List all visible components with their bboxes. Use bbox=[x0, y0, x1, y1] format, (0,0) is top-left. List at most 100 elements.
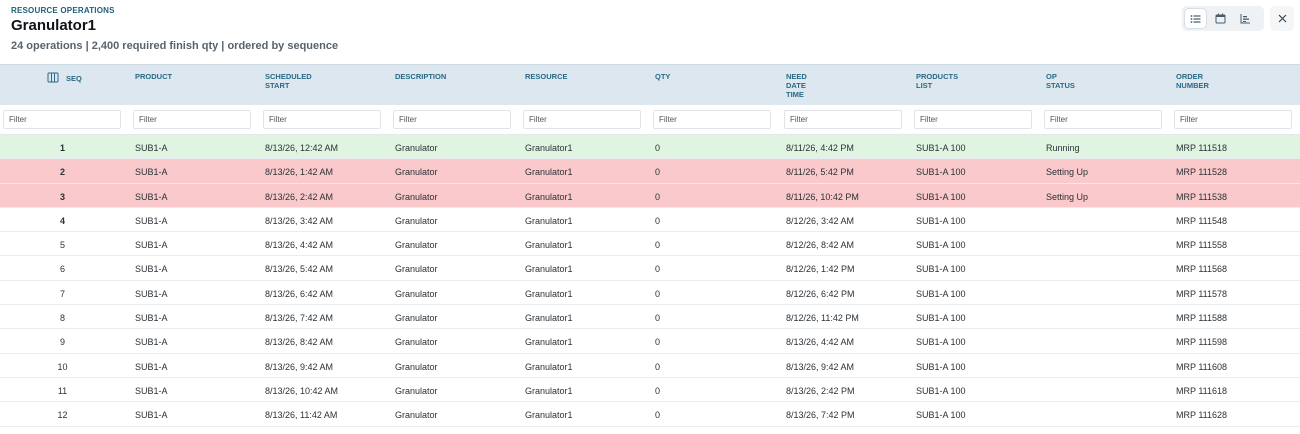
cell-description: Granulator bbox=[395, 215, 438, 226]
cell-status: Setting Up bbox=[1046, 191, 1089, 202]
header-scheduled-label: SCHEDULED bbox=[265, 72, 312, 81]
cell-order: MRP 111598 bbox=[1176, 337, 1228, 348]
op-status-filter-input[interactable] bbox=[1044, 110, 1162, 129]
header-qty[interactable]: QTY bbox=[655, 72, 670, 81]
cell-description: Granulator bbox=[395, 240, 438, 251]
cell-need: 8/12/26, 8:42 AM bbox=[786, 240, 855, 251]
cell-qty: 0 bbox=[655, 143, 661, 153]
cell-start: 8/13/26, 4:42 AM bbox=[265, 240, 334, 251]
table-row[interactable]: 6 SUB1-A 8/13/26, 5:42 AM Granulator Granula… bbox=[0, 256, 1300, 281]
header-resource-label: RESOURCE bbox=[525, 72, 568, 81]
cell-products: SUB1-A 100 bbox=[916, 361, 966, 372]
cell-need: 8/13/26, 4:42 AM bbox=[786, 337, 855, 348]
cell-need: 8/13/26, 2:42 PM bbox=[786, 385, 855, 396]
cell-products: SUB1-A 100 bbox=[916, 143, 966, 153]
cell-product: SUB1-A bbox=[135, 313, 168, 324]
cell-need: 8/12/26, 1:42 PM bbox=[786, 264, 855, 275]
header-qty-label: QTY bbox=[655, 72, 671, 81]
header-op-status[interactable]: OP STATUS bbox=[1046, 72, 1075, 90]
cell-product: SUB1-A bbox=[135, 143, 168, 153]
need-date-filter-input[interactable] bbox=[784, 110, 902, 129]
cell-start: 8/13/26, 11:42 AM bbox=[265, 410, 338, 421]
table-row[interactable]: 12 SUB1-A 8/13/26, 11:42 AM Granulator Granu… bbox=[0, 402, 1300, 427]
cell-order: MRP 111618 bbox=[1176, 385, 1228, 396]
close-button[interactable] bbox=[1270, 6, 1294, 31]
table-row[interactable]: 4 SUB1-A 8/13/26, 3:42 AM Granulator Granula… bbox=[0, 208, 1300, 233]
products-list-filter-input[interactable] bbox=[914, 110, 1032, 129]
cell-resource: Granulator1 bbox=[525, 313, 573, 324]
header-order-label: ORDER bbox=[1176, 72, 1204, 81]
cell-seq: 2 bbox=[59, 167, 65, 178]
cell-resource: Granulator1 bbox=[525, 385, 573, 396]
table-row[interactable]: 2 SUB1-A 8/13/26, 1:42 AM Granulator Granula… bbox=[0, 159, 1300, 184]
cell-product: SUB1-A bbox=[135, 361, 168, 372]
table-row[interactable]: 8 SUB1-A 8/13/26, 7:42 AM Granulator Granula… bbox=[0, 305, 1300, 330]
calendar-view-button[interactable] bbox=[1210, 9, 1231, 28]
table-row[interactable]: 5 SUB1-A 8/13/26, 4:42 AM Granulator Granula… bbox=[0, 232, 1300, 257]
cell-start: 8/13/26, 6:42 AM bbox=[265, 288, 334, 299]
calendar-view-icon bbox=[1215, 13, 1226, 24]
cell-qty: 0 bbox=[655, 337, 661, 348]
header-product-label: PRODUCT bbox=[135, 72, 173, 81]
seq-filter-input[interactable] bbox=[3, 110, 121, 129]
cell-resource: Granulator1 bbox=[525, 361, 573, 372]
page-title: Granulator1 bbox=[11, 17, 97, 34]
cell-description: Granulator bbox=[395, 288, 438, 299]
page-header: RESOURCE OPERATIONS Granulator1 24 opera… bbox=[0, 0, 1300, 64]
qty-filter-input[interactable] bbox=[653, 110, 771, 129]
cell-seq: 6 bbox=[59, 264, 65, 275]
cell-order: MRP 111628 bbox=[1176, 410, 1228, 421]
cell-order: MRP 111558 bbox=[1176, 240, 1228, 251]
cell-description: Granulator bbox=[395, 191, 438, 202]
cell-description: Granulator bbox=[395, 385, 438, 396]
cell-order: MRP 111608 bbox=[1176, 361, 1228, 372]
columns-icon[interactable] bbox=[47, 72, 59, 83]
table-row[interactable]: 7 SUB1-A 8/13/26, 6:42 AM Granulator Granula… bbox=[0, 281, 1300, 306]
cell-description: Granulator bbox=[395, 264, 438, 275]
section-eyebrow: RESOURCE OPERATIONS bbox=[11, 6, 115, 15]
product-filter-input[interactable] bbox=[133, 110, 251, 129]
close-icon bbox=[1278, 14, 1286, 23]
cell-description: Granulator bbox=[395, 337, 438, 348]
cell-need: 8/12/26, 11:42 PM bbox=[786, 313, 859, 324]
cell-qty: 0 bbox=[655, 240, 661, 251]
order-number-filter-input[interactable] bbox=[1174, 110, 1292, 129]
cell-status: Setting Up bbox=[1046, 167, 1089, 178]
cell-seq: 3 bbox=[59, 191, 65, 202]
cell-products: SUB1-A 100 bbox=[916, 337, 966, 348]
header-products-list[interactable]: PRODUCTS LIST bbox=[916, 72, 958, 90]
table-row[interactable]: 3 SUB1-A 8/13/26, 2:42 AM Granulator Granula… bbox=[0, 183, 1300, 208]
header-need-date-time[interactable]: NEED DATE TIME bbox=[786, 72, 807, 99]
cell-seq: 7 bbox=[59, 288, 65, 299]
chart-view-button[interactable] bbox=[1235, 9, 1256, 28]
cell-product: SUB1-A bbox=[135, 337, 168, 348]
cell-description: Granulator bbox=[395, 167, 438, 178]
resource-filter-input[interactable] bbox=[523, 110, 641, 129]
cell-qty: 0 bbox=[655, 264, 661, 275]
list-view-button[interactable] bbox=[1185, 9, 1206, 28]
header-description[interactable]: DESCRIPTION bbox=[395, 72, 446, 81]
table-row[interactable]: 10 SUB1-A 8/13/26, 9:42 AM Granulator Granul… bbox=[0, 354, 1300, 378]
cell-resource: Granulator1 bbox=[525, 337, 573, 348]
table-row[interactable]: 1 SUB1-A 8/13/26, 12:42 AM Granulator Granul… bbox=[0, 135, 1300, 160]
header-product[interactable]: PRODUCT bbox=[135, 72, 172, 81]
cell-resource: Granulator1 bbox=[525, 167, 573, 178]
cell-products: SUB1-A 100 bbox=[916, 264, 966, 275]
cell-description: Granulator bbox=[395, 143, 438, 153]
description-filter-input[interactable] bbox=[393, 110, 511, 129]
header-scheduled-start[interactable]: SCHEDULED START bbox=[265, 72, 312, 90]
cell-resource: Granulator1 bbox=[525, 410, 573, 421]
header-seq[interactable]: SEQ bbox=[66, 74, 82, 83]
cell-resource: Granulator1 bbox=[525, 191, 573, 202]
cell-need: 8/13/26, 9:42 AM bbox=[786, 361, 855, 372]
cell-products: SUB1-A 100 bbox=[916, 288, 966, 299]
header-order-number[interactable]: ORDER NUMBER bbox=[1176, 72, 1209, 90]
cell-qty: 0 bbox=[655, 167, 661, 178]
table-row[interactable]: 9 SUB1-A 8/13/26, 8:42 AM Granulator Granula… bbox=[0, 329, 1300, 354]
cell-seq: 1 bbox=[59, 143, 65, 153]
table-row[interactable]: 11 SUB1-A 8/13/26, 10:42 AM Granulator Granu… bbox=[0, 378, 1300, 403]
header-resource[interactable]: RESOURCE bbox=[525, 72, 568, 81]
cell-product: SUB1-A bbox=[135, 215, 168, 226]
scheduled-start-filter-input[interactable] bbox=[263, 110, 381, 129]
cell-product: SUB1-A bbox=[135, 167, 168, 178]
